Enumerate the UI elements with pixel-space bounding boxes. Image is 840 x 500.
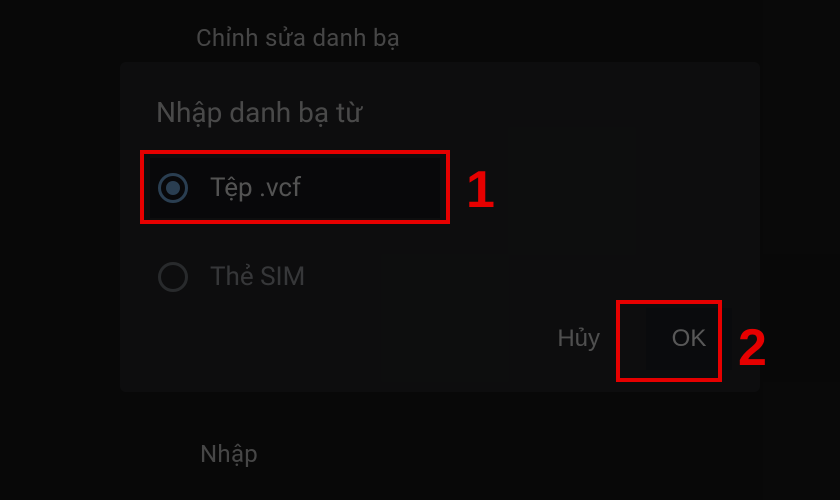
- menu-item-import[interactable]: Nhập: [200, 440, 258, 468]
- cancel-button[interactable]: Hủy: [541, 311, 616, 367]
- radio-option-vcf[interactable]: Tệp .vcf: [150, 158, 440, 218]
- radio-unselected-icon: [158, 262, 188, 292]
- radio-label-sim: Thẻ SIM: [210, 262, 305, 292]
- ok-button[interactable]: OK: [646, 308, 732, 370]
- menu-item-edit-contacts[interactable]: Chỉnh sửa danh bạ: [196, 24, 400, 52]
- radio-label-vcf: Tệp .vcf: [210, 173, 301, 203]
- import-contacts-dialog: Nhập danh bạ từ Tệp .vcf Thẻ SIM Hủy OK: [120, 62, 760, 392]
- screen: Chỉnh sửa danh bạ Nhập Nhập danh bạ từ T…: [0, 0, 840, 500]
- radio-option-sim[interactable]: Thẻ SIM: [150, 247, 440, 307]
- dialog-title: Nhập danh bạ từ: [156, 96, 363, 129]
- dialog-actions: Hủy OK: [541, 308, 732, 370]
- radio-selected-icon: [158, 173, 188, 203]
